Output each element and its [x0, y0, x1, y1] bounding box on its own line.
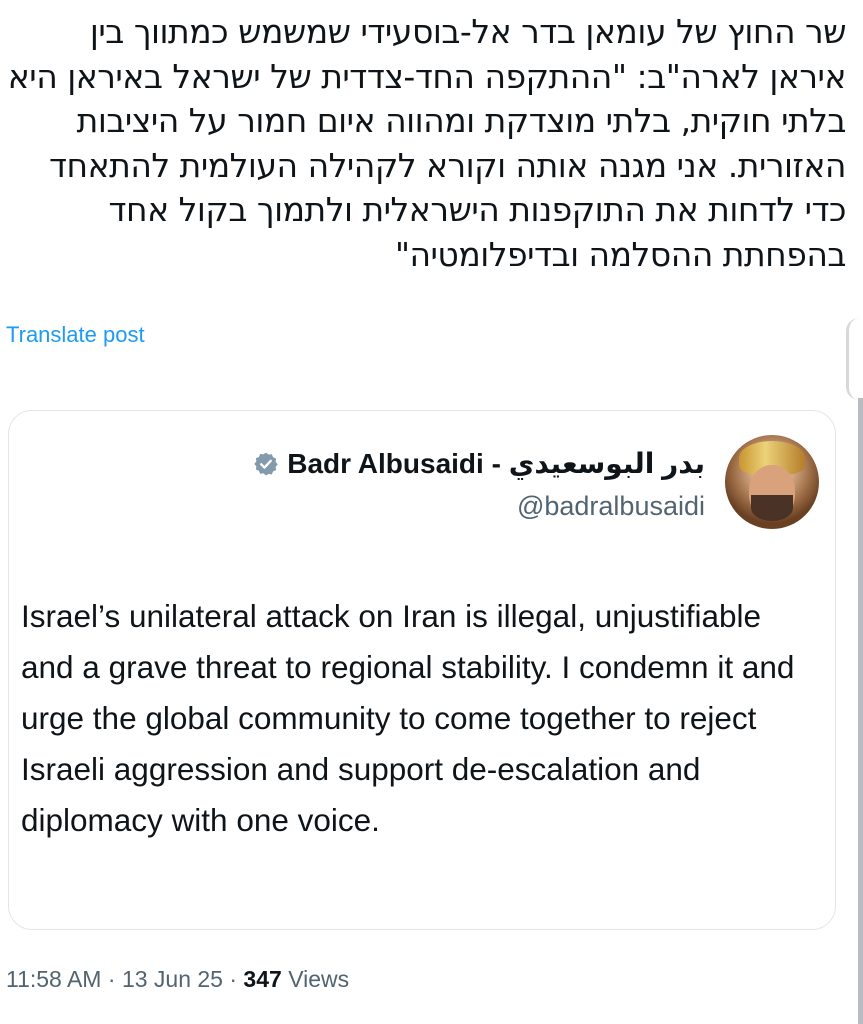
meta-separator: ·: [107, 966, 116, 992]
quoted-post-text: Israel’s unilateral attack on Iran is il…: [21, 598, 795, 838]
translate-post-link[interactable]: Translate post: [6, 322, 145, 348]
views-count: 347: [243, 966, 282, 992]
scrollbar[interactable]: [858, 398, 863, 1024]
author-display-name[interactable]: Badr Albusaidi - بدر البوسعيدي: [287, 447, 705, 480]
post-text: שר החוץ של עומאן בדר אל-בוסעידי שמשמש כמ…: [7, 12, 847, 274]
pull-handle: [846, 318, 859, 400]
post-date[interactable]: 13 Jun 25: [122, 966, 223, 992]
author-handle[interactable]: @badralbusaidi: [517, 491, 705, 522]
post-meta: 11:58 AM · 13 Jun 25 · 347 Views: [6, 966, 349, 993]
quoted-post-card[interactable]: Badr Albusaidi - بدر البوسعيدي @badralbu…: [8, 410, 836, 930]
post-time[interactable]: 11:58 AM: [6, 966, 101, 992]
views-label: Views: [288, 966, 350, 992]
avatar-beard: [751, 495, 793, 521]
author-name-row: Badr Albusaidi - بدر البوسعيدي: [253, 447, 705, 480]
meta-separator: ·: [229, 966, 238, 992]
avatar[interactable]: [725, 435, 819, 529]
verified-badge-icon: [254, 452, 278, 475]
